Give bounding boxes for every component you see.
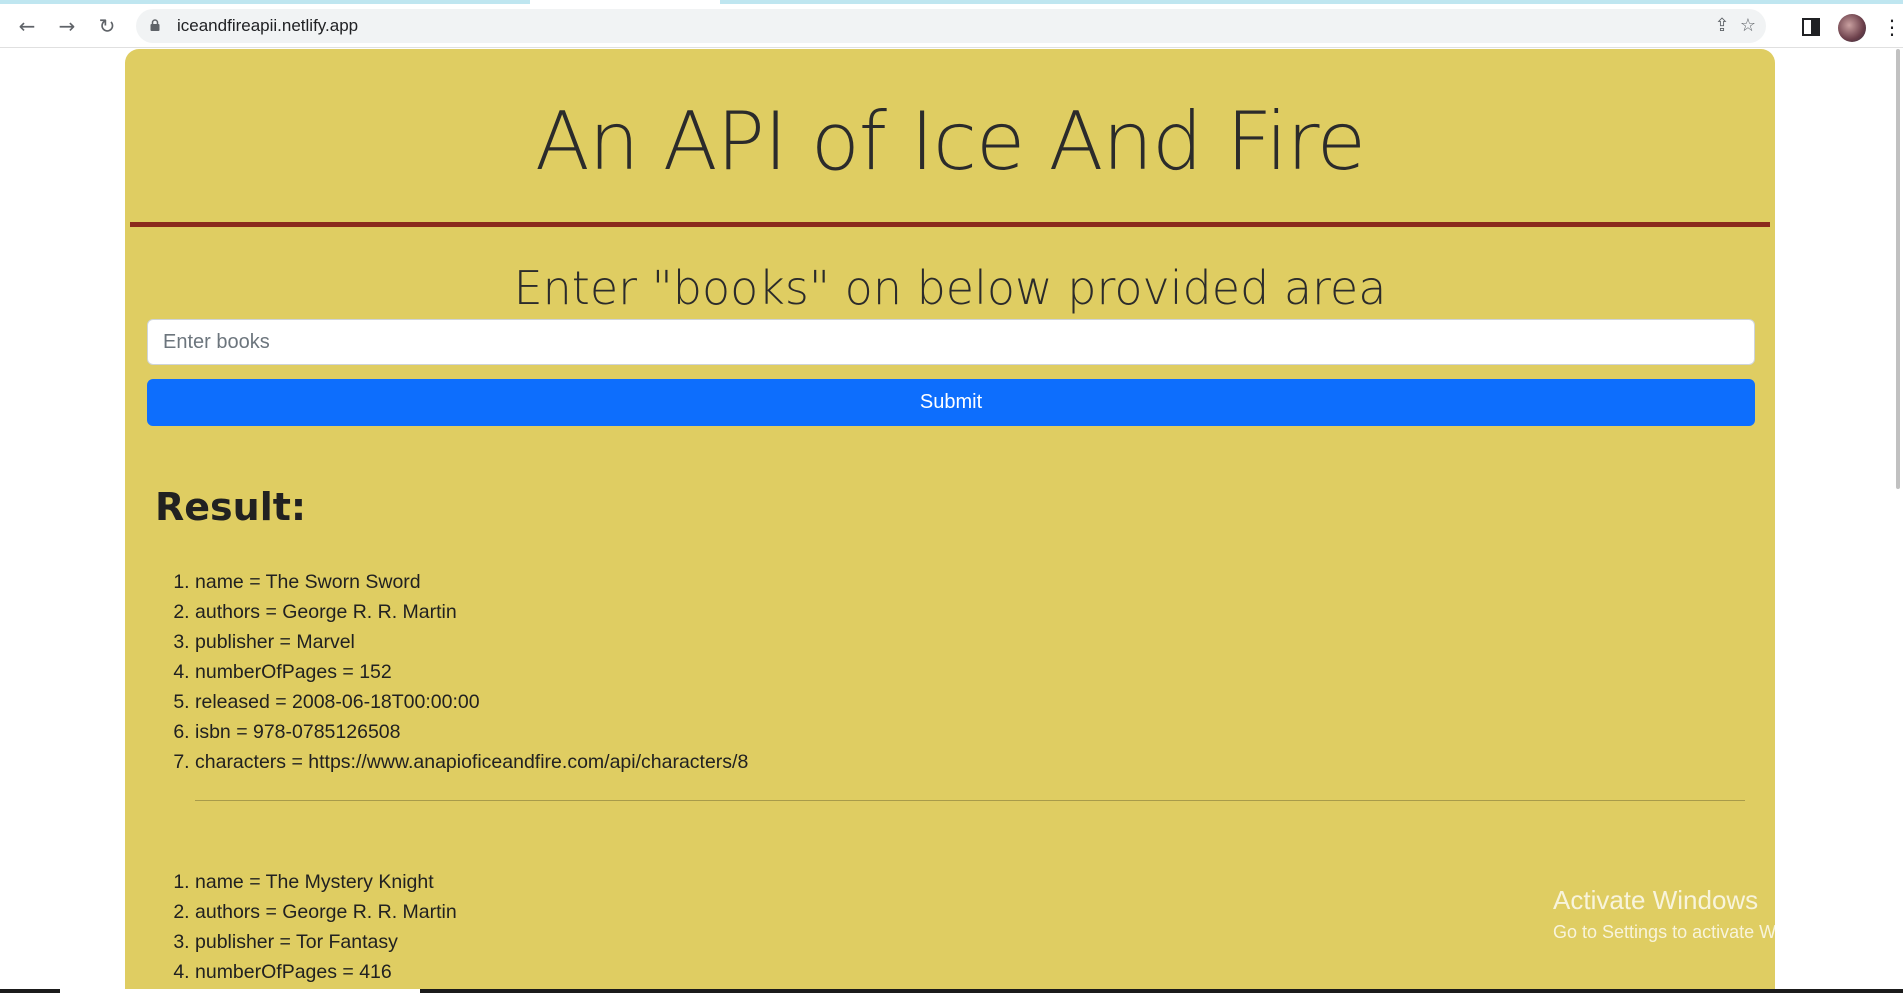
watermark-subtitle: Go to Settings to activate Windows. [1553,922,1838,942]
result-heading: Result: [155,485,307,529]
page-scrollbar[interactable] [1896,49,1900,489]
watermark-title: Activate Windows [1553,885,1759,915]
page-title: An API of Ice And Fire [534,95,1366,188]
windows-activation-watermark: Activate Windows Go to Settings to activ… [1553,885,1837,943]
taskbar-edge [0,989,1903,993]
list-item: authors = George R. R. Martin [195,597,748,627]
list-item: name = The Mystery Knight [195,867,457,897]
list-item: name = The Sworn Sword [195,567,748,597]
list-item: publisher = Marvel [195,627,748,657]
submit-button[interactable]: Submit [147,379,1755,426]
page-viewport: An API of Ice And Fire Enter "books" on … [0,49,1903,993]
list-item: publisher = Tor Fantasy [195,927,457,957]
reload-icon[interactable]: ↻ [94,13,120,39]
profile-avatar[interactable] [1838,14,1866,42]
side-panel-icon[interactable] [1800,15,1824,39]
list-item: numberOfPages = 416 [195,957,457,987]
address-bar[interactable]: iceandfireapii.netlify.app ⇪ ☆ [136,9,1766,43]
book-result-list: name = The Mystery Knight authors = Geor… [195,867,457,987]
list-item: characters = https://www.anapioficeandfi… [195,747,748,777]
header-divider [130,222,1770,227]
books-input[interactable] [147,319,1755,365]
book-result-list: name = The Sworn Sword authors = George … [195,567,748,777]
instruction-text: Enter "books" on below provided area [513,261,1387,315]
list-item: numberOfPages = 152 [195,657,748,687]
forward-icon[interactable]: → [54,13,80,39]
share-icon[interactable]: ⇪ [1710,14,1734,38]
result-separator [195,800,1745,801]
url-text[interactable]: iceandfireapii.netlify.app [177,9,358,43]
list-item: released = 2008-06-18T00:00:00 [195,687,748,717]
browser-toolbar: ← → ↻ iceandfireapii.netlify.app ⇪ ☆ ⋮ [0,4,1903,48]
content-card: An API of Ice And Fire Enter "books" on … [125,49,1775,993]
back-icon[interactable]: ← [14,13,40,39]
bookmark-star-icon[interactable]: ☆ [1736,14,1760,38]
list-item: authors = George R. R. Martin [195,897,457,927]
list-item: isbn = 978-0785126508 [195,717,748,747]
lock-icon[interactable] [150,19,160,31]
browser-menu-icon[interactable]: ⋮ [1882,14,1902,40]
